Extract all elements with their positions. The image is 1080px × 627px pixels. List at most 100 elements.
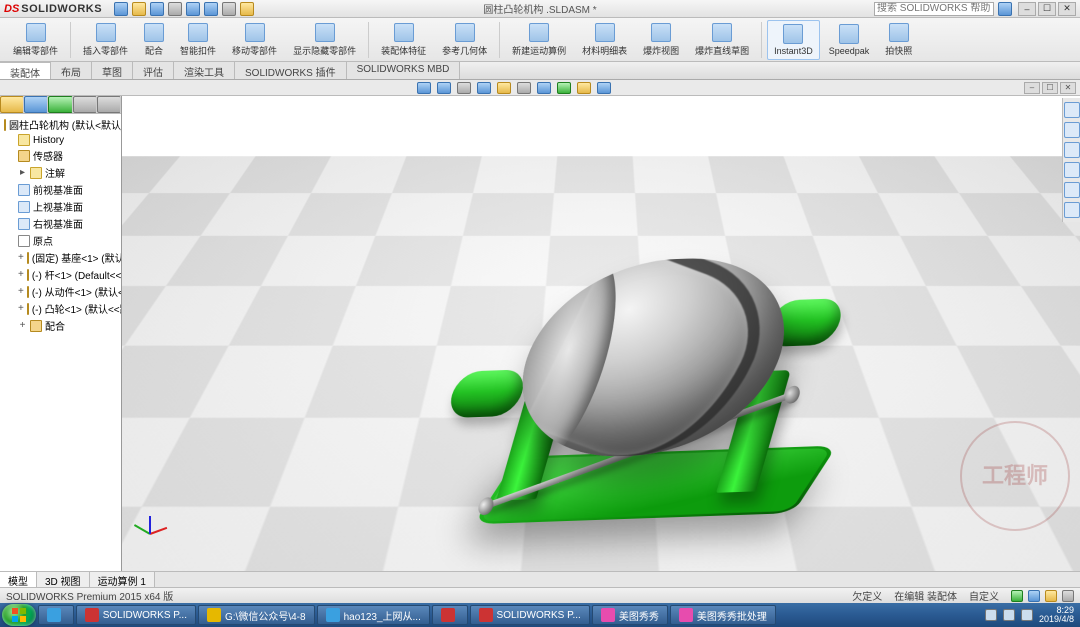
taskbar-item-explorer[interactable]: G:\微信公众号\4-8 xyxy=(198,605,315,625)
view-settings-icon[interactable] xyxy=(597,82,611,94)
ribbon-mate[interactable]: 配合 xyxy=(137,20,171,60)
tab-motion-study-1[interactable]: 运动算例 1 xyxy=(90,572,155,587)
section-view-icon[interactable] xyxy=(477,82,491,94)
prev-view-icon[interactable] xyxy=(457,82,471,94)
taskbar-item-meitu2[interactable]: 美图秀秀批处理 xyxy=(670,605,776,625)
tree-item-front-plane[interactable]: 前视基准面 xyxy=(4,181,121,198)
tree-item-rod[interactable]: +(-) 杆<1> (Default<<Defaul xyxy=(4,266,121,283)
ribbon-speedpak[interactable]: Speedpak xyxy=(822,20,877,60)
expander-icon[interactable]: + xyxy=(18,252,24,263)
taskbar-item-sw2[interactable]: SOLIDWORKS P... xyxy=(470,605,590,625)
qat-save-icon[interactable] xyxy=(150,2,164,16)
ribbon-motion-study[interactable]: 新建运动算例 xyxy=(505,20,573,60)
tree-item-right-plane[interactable]: 右视基准面 xyxy=(4,215,121,232)
taskbar-item-hao123[interactable]: hao123_上网从... xyxy=(317,605,430,625)
tree-root[interactable]: 圆柱凸轮机构 (默认<默认_显示 xyxy=(4,116,121,133)
feature-manager-tab-icon[interactable] xyxy=(0,96,24,113)
tree-item-mates[interactable]: +配合 xyxy=(4,317,121,334)
taskbar-item-browser[interactable] xyxy=(38,605,74,625)
resources-tab-icon[interactable] xyxy=(1064,102,1080,118)
ribbon-assembly-features[interactable]: 装配体特征 xyxy=(374,20,433,60)
custom-props-tab-icon[interactable] xyxy=(1064,202,1080,218)
ribbon-snapshot[interactable]: 拍快照 xyxy=(878,20,919,60)
status-custom[interactable]: 自定义 xyxy=(969,588,999,603)
doc-minimize-button[interactable]: – xyxy=(1024,82,1040,94)
tab-sketch[interactable]: 草图 xyxy=(92,62,133,79)
qat-print-icon[interactable] xyxy=(168,2,182,16)
tree-item-history[interactable]: History xyxy=(4,133,121,147)
ribbon-edit-component[interactable]: 编辑零部件 xyxy=(6,20,65,60)
expander-icon[interactable]: + xyxy=(18,269,24,280)
display-manager-tab-icon[interactable] xyxy=(97,96,121,113)
dimxpert-tab-icon[interactable] xyxy=(73,96,97,113)
tray-clock[interactable]: 8:29 2019/4/8 xyxy=(1039,606,1074,624)
tree-item-base[interactable]: +(固定) 基座<1> (默认<<默认> xyxy=(4,249,121,266)
ribbon-bom[interactable]: 材料明细表 xyxy=(575,20,634,60)
graphics-viewport[interactable]: 工程师 xyxy=(122,96,1080,571)
ribbon-move-component[interactable]: 移动零部件 xyxy=(225,20,284,60)
ribbon-explode-sketch[interactable]: 爆炸直线草图 xyxy=(688,20,756,60)
tab-evaluate[interactable]: 评估 xyxy=(133,62,174,79)
taskbar-item-app[interactable] xyxy=(432,605,468,625)
appearance-icon[interactable] xyxy=(557,82,571,94)
ribbon-instant3d[interactable]: Instant3D xyxy=(767,20,820,60)
expander-icon[interactable]: + xyxy=(18,320,27,331)
tree-item-top-plane[interactable]: 上视基准面 xyxy=(4,198,121,215)
view-palette-tab-icon[interactable] xyxy=(1064,162,1080,178)
taskbar-item-sw1[interactable]: SOLIDWORKS P... xyxy=(76,605,196,625)
status-tags-icon[interactable] xyxy=(1045,590,1057,602)
tab-3d-views[interactable]: 3D 视图 xyxy=(37,572,90,587)
tab-addins[interactable]: SOLIDWORKS 插件 xyxy=(235,62,347,79)
document-window-controls: – ☐ ✕ xyxy=(1024,82,1076,94)
status-unit-icon[interactable] xyxy=(1011,590,1023,602)
status-rebuild-icon[interactable] xyxy=(1028,590,1040,602)
hide-show-icon[interactable] xyxy=(537,82,551,94)
ribbon-ref-geometry[interactable]: 参考几何体 xyxy=(435,20,494,60)
doc-close-button[interactable]: ✕ xyxy=(1060,82,1076,94)
display-style-icon[interactable] xyxy=(517,82,531,94)
qat-undo-icon[interactable] xyxy=(186,2,200,16)
expander-icon[interactable]: + xyxy=(18,286,24,297)
tree-item-annotations[interactable]: ▸注解 xyxy=(4,164,121,181)
ribbon-show-hide[interactable]: 显示隐藏零部件 xyxy=(286,20,363,60)
tab-mbd[interactable]: SOLIDWORKS MBD xyxy=(347,62,461,79)
help-search-input[interactable] xyxy=(874,2,994,16)
file-explorer-tab-icon[interactable] xyxy=(1064,142,1080,158)
maximize-button[interactable]: ☐ xyxy=(1038,2,1056,16)
windows-taskbar: SOLIDWORKS P... G:\微信公众号\4-8 hao123_上网从.… xyxy=(0,603,1080,627)
view-orientation-icon[interactable] xyxy=(497,82,511,94)
appearances-tab-icon[interactable] xyxy=(1064,182,1080,198)
qat-redo-icon[interactable] xyxy=(204,2,218,16)
ribbon-exploded-view[interactable]: 爆炸视图 xyxy=(636,20,686,60)
tree-item-origin[interactable]: 原点 xyxy=(4,232,121,249)
close-button[interactable]: ✕ xyxy=(1058,2,1076,16)
qat-open-icon[interactable] xyxy=(132,2,146,16)
qat-rebuild-icon[interactable] xyxy=(222,2,236,16)
status-performance-icon[interactable] xyxy=(1062,590,1074,602)
start-button[interactable] xyxy=(2,604,36,626)
zoom-fit-icon[interactable] xyxy=(417,82,431,94)
design-library-tab-icon[interactable] xyxy=(1064,122,1080,138)
tree-item-cam[interactable]: +(-) 凸轮<1> (默认<<默认> xyxy=(4,300,121,317)
tree-item-follower[interactable]: +(-) 从动件<1> (默认<<默认> xyxy=(4,283,121,300)
doc-maximize-button[interactable]: ☐ xyxy=(1042,82,1058,94)
expander-icon[interactable]: + xyxy=(18,303,24,314)
expander-icon[interactable]: ▸ xyxy=(18,167,27,178)
qat-new-icon[interactable] xyxy=(114,2,128,16)
tab-render[interactable]: 渲染工具 xyxy=(174,62,235,79)
property-manager-tab-icon[interactable] xyxy=(24,96,48,113)
minimize-button[interactable]: – xyxy=(1018,2,1036,16)
ribbon-smart-fasteners[interactable]: 智能扣件 xyxy=(173,20,223,60)
tab-assembly[interactable]: 装配体 xyxy=(0,62,51,79)
taskbar-item-meitu1[interactable]: 美图秀秀 xyxy=(592,605,668,625)
ribbon-insert-component[interactable]: 插入零部件 xyxy=(76,20,135,60)
tree-item-sensors[interactable]: 传感器 xyxy=(4,147,121,164)
orientation-triad[interactable] xyxy=(134,505,170,541)
qat-options-icon[interactable] xyxy=(240,2,254,16)
tab-model[interactable]: 模型 xyxy=(0,572,37,587)
help-icon[interactable] xyxy=(998,2,1012,16)
zoom-area-icon[interactable] xyxy=(437,82,451,94)
config-manager-tab-icon[interactable] xyxy=(48,96,72,113)
tab-layout[interactable]: 布局 xyxy=(51,62,92,79)
scene-icon[interactable] xyxy=(577,82,591,94)
